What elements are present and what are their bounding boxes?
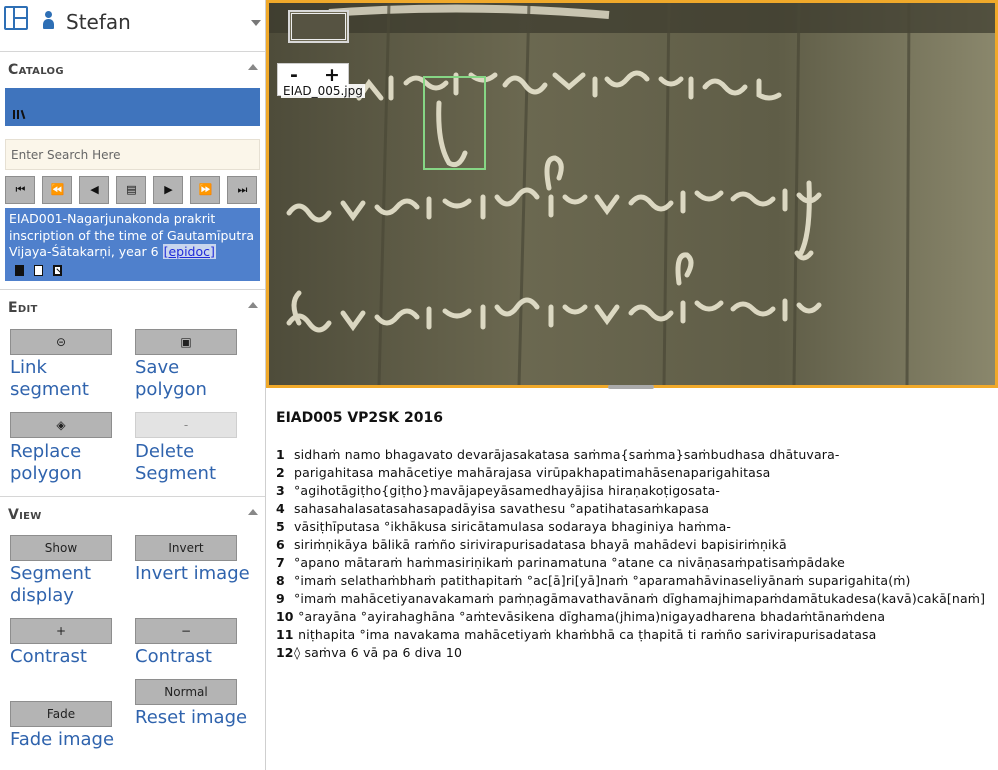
catalog-navigation: ⏮ ⏪ ◀ ▤ ▶ ⏩ ⏭ — [5, 176, 260, 204]
image-icon[interactable] — [53, 265, 62, 276]
overview-viewport[interactable] — [291, 13, 346, 40]
transcription-panel: EIAD005 VP2SK 2016 1 sidhaṁ namo bhagavat… — [266, 390, 998, 770]
first-page-button[interactable]: ⏮ — [5, 176, 35, 204]
collapse-icon[interactable] — [248, 509, 258, 515]
segment-polygon[interactable] — [423, 76, 486, 170]
catalog-panel-header[interactable]: Catalog — [0, 51, 265, 85]
edition-icon[interactable] — [15, 265, 24, 276]
line-text[interactable]: ◊ saṁva 6 vā pa 6 diva 10 — [294, 645, 462, 660]
line-number: 1 — [276, 447, 285, 462]
line-text[interactable]: °imaṁ selathaṁbhaṁ patithapitaṁ °ac[ā]ri… — [294, 573, 911, 588]
contrast-increase-label[interactable]: Contrast — [10, 646, 130, 668]
resize-handle[interactable] — [608, 385, 654, 389]
segment-display-button[interactable]: Show — [10, 535, 112, 561]
line-text[interactable]: °apano mātaraṁ haṁmasiriṇikaṁ parinamatu… — [294, 555, 845, 570]
line-text[interactable]: sidhaṁ namo bhagavato devarājasakatasa s… — [294, 447, 840, 462]
sidebar: Stefan Catalog ⏮ ⏪ ◀ ▤ ▶ ⏩ ⏭ EIAD001-Nag… — [0, 0, 266, 770]
line-number: 11 — [276, 627, 294, 642]
reset-image-button[interactable]: Normal — [135, 679, 237, 705]
collapse-icon[interactable] — [248, 64, 258, 70]
zoom-out-button[interactable]: - — [290, 64, 298, 86]
line-text[interactable]: siriṁṇikāya bālikā raṁño sirivirapurisad… — [294, 537, 787, 552]
text-line[interactable]: 7 °apano mātaraṁ haṁmasiriṇikaṁ parinamat… — [276, 555, 845, 573]
link-segment-label[interactable]: Link segment — [10, 357, 130, 401]
contrast-increase-button[interactable]: + — [10, 618, 112, 644]
view-panel-header[interactable]: View — [0, 496, 265, 530]
inscription-image[interactable] — [269, 3, 995, 385]
text-line[interactable]: 2 parigahitasa mahācetiye mahārajasa virū… — [276, 465, 770, 483]
line-text[interactable]: °imaṁ mahācetiyanavakamaṁ paṁṇagāmavatha… — [294, 591, 985, 606]
save-polygon-label[interactable]: Save polygon — [135, 357, 255, 401]
line-number: 6 — [276, 537, 285, 552]
invert-image-label[interactable]: Invert image — [135, 563, 255, 585]
delete-segment-button[interactable]: - — [135, 412, 237, 438]
previous-button[interactable]: ◀ — [79, 176, 109, 204]
line-number: 10 — [276, 609, 294, 624]
line-number: 2 — [276, 465, 285, 480]
contrast-decrease-label[interactable]: Contrast — [135, 646, 255, 668]
last-page-button[interactable]: ⏭ — [227, 176, 257, 204]
replace-polygon-button[interactable]: ◈ — [10, 412, 112, 438]
text-line[interactable]: 10 °arayāna °ayirahaghāna °aṁtevāsikena … — [276, 609, 885, 627]
user-name[interactable]: Stefan — [66, 10, 131, 34]
layout-toggle-icon[interactable] — [4, 6, 28, 30]
document-title: EIAD005 VP2SK 2016 — [276, 410, 443, 426]
collapse-icon[interactable] — [248, 302, 258, 308]
chevron-down-icon[interactable] — [251, 20, 261, 26]
text-line[interactable]: 9 °imaṁ mahācetiyanavakamaṁ paṁṇagāmavath… — [276, 591, 985, 609]
library-icon — [13, 109, 26, 120]
text-line[interactable]: 6 siriṁṇikāya bālikā raṁño sirivirapurisa… — [276, 537, 787, 555]
search-input[interactable] — [5, 139, 260, 170]
text-line[interactable]: 11 niṭhapita °ima navakama mahācetiyaṁ k… — [276, 627, 876, 645]
view-title: View — [8, 507, 42, 523]
edit-panel-header[interactable]: Edit — [0, 289, 265, 323]
line-text[interactable]: °agihotāgiṭho{giṭho}mavājapeyāsamedhayāj… — [294, 483, 720, 498]
fast-back-button[interactable]: ⏪ — [42, 176, 72, 204]
line-text[interactable]: niṭhapita °ima navakama mahācetiyaṁ khaṁ… — [294, 627, 876, 642]
line-text[interactable]: vāsiṭhīputasa °ikhākusa siricātamulasa s… — [294, 519, 731, 534]
line-number: 4 — [276, 501, 285, 516]
zoom-in-button[interactable]: + — [324, 64, 340, 86]
catalog-bar[interactable] — [5, 88, 260, 126]
contrast-decrease-button[interactable]: − — [135, 618, 237, 644]
fade-image-button[interactable]: Fade — [10, 701, 112, 727]
document-list-button[interactable]: ▤ — [116, 176, 146, 204]
catalog-title: Catalog — [8, 62, 64, 78]
line-number: 7 — [276, 555, 285, 570]
reset-image-label[interactable]: Reset image — [135, 707, 255, 729]
text-line[interactable]: 5 vāsiṭhīputasa °ikhākusa siricātamulasa … — [276, 519, 731, 537]
edit-title: Edit — [8, 300, 38, 316]
selected-catalog-entry[interactable]: EIAD001-Nagarjunakonda prakrit inscripti… — [5, 208, 260, 281]
line-number: 9 — [276, 591, 285, 606]
link-segment-button[interactable]: ⊝ — [10, 329, 112, 355]
user-icon — [42, 11, 56, 31]
image-filename: EIAD_005.jpg — [281, 84, 365, 98]
replace-polygon-label[interactable]: Replace polygon — [10, 441, 130, 485]
line-number: 3 — [276, 483, 285, 498]
text-line[interactable]: 3 °agihotāgiṭho{giṭho}mavājapeyāsamedhayā… — [276, 483, 720, 501]
line-number: 5 — [276, 519, 285, 534]
text-line[interactable]: 1 sidhaṁ namo bhagavato devarājasakatasa … — [276, 447, 840, 465]
next-button[interactable]: ▶ — [153, 176, 183, 204]
text-line[interactable]: 8 °imaṁ selathaṁbhaṁ patithapitaṁ °ac[ā]r… — [276, 573, 911, 591]
text-line[interactable]: 4 sahasahalasatasahasapadāyisa savathesu … — [276, 501, 709, 519]
fade-image-label[interactable]: Fade image — [10, 729, 130, 751]
catalog-entry-title: EIAD001-Nagarjunakonda prakrit inscripti… — [9, 211, 255, 259]
user-bar: Stefan — [0, 0, 265, 46]
epidoc-link[interactable]: [epidoc] — [162, 244, 216, 259]
text-icon[interactable] — [34, 265, 43, 276]
line-text[interactable]: parigahitasa mahācetiye mahārajasa virūp… — [294, 465, 770, 480]
line-number: 12 — [276, 645, 294, 660]
image-viewer[interactable] — [266, 0, 998, 388]
save-polygon-button[interactable]: ▣ — [135, 329, 237, 355]
line-number: 8 — [276, 573, 285, 588]
invert-image-button[interactable]: Invert — [135, 535, 237, 561]
line-text[interactable]: sahasahalasatasahasapadāyisa savathesu °… — [294, 501, 709, 516]
line-text[interactable]: °arayāna °ayirahaghāna °aṁtevāsikena dīg… — [294, 609, 885, 624]
delete-segment-label[interactable]: Delete Segment — [135, 441, 255, 485]
text-line[interactable]: 12◊ saṁva 6 vā pa 6 diva 10 — [276, 645, 462, 663]
segment-display-label[interactable]: Segment display — [10, 563, 130, 607]
fast-forward-button[interactable]: ⏩ — [190, 176, 220, 204]
